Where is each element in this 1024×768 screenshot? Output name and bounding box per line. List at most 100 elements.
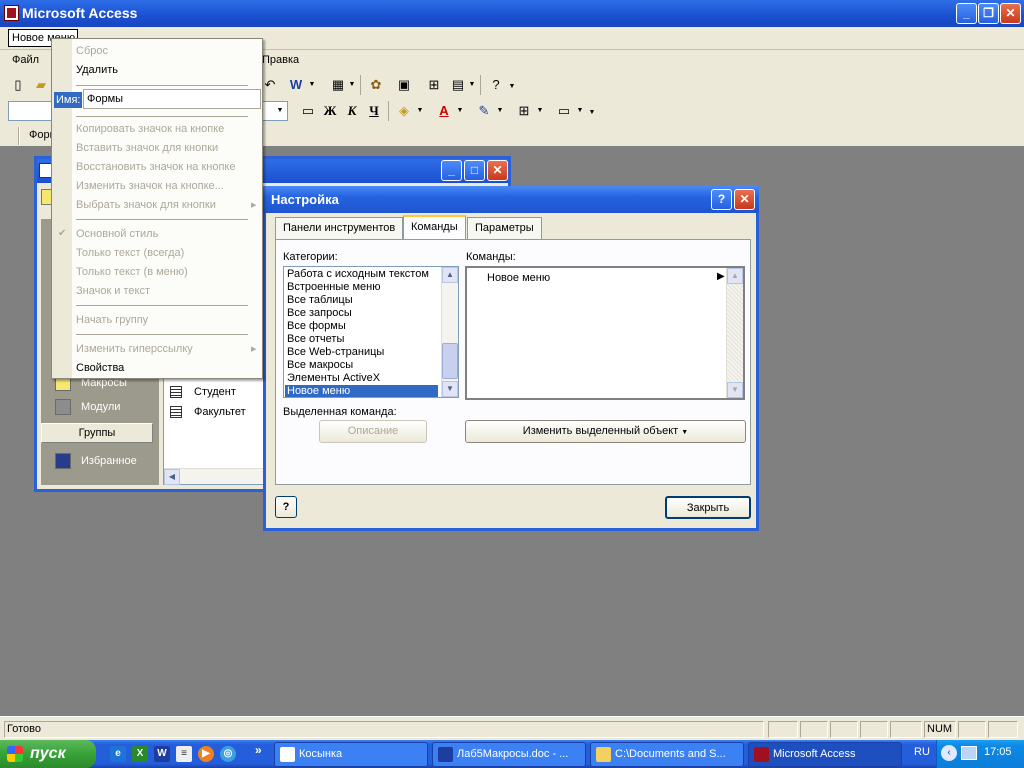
new-file-icon[interactable]: ▯ xyxy=(8,75,28,95)
category-item[interactable]: Элементы ActiveX xyxy=(287,372,380,385)
menu-item-text-only-always[interactable]: Только текст (всегда) xyxy=(76,247,184,259)
browser-icon[interactable]: ◎ xyxy=(220,746,236,762)
border-icon[interactable]: ⊞ xyxy=(514,101,534,121)
close-button[interactable]: Закрыть xyxy=(665,496,751,519)
tab-options[interactable]: Параметры xyxy=(467,217,542,239)
notepad-icon[interactable]: ≡ xyxy=(176,746,192,762)
tab-commands[interactable]: Команды xyxy=(403,215,466,240)
clock[interactable]: 17:05 xyxy=(984,746,1012,758)
word-link-dropdown-icon[interactable]: ▼ xyxy=(308,75,316,95)
border-dropdown-icon[interactable]: ▼ xyxy=(536,101,544,121)
language-indicator[interactable]: RU xyxy=(914,746,930,758)
help-icon[interactable]: ? xyxy=(275,496,297,518)
list-item[interactable]: Студент xyxy=(170,386,236,399)
tab-toolbars[interactable]: Панели инструментов xyxy=(275,217,404,239)
category-item[interactable]: Все Web-страницы xyxy=(287,346,384,359)
db-list-hscroll[interactable]: ◀ xyxy=(164,468,266,485)
scroll-up-icon[interactable]: ▲ xyxy=(727,268,743,284)
name-input[interactable]: Формы xyxy=(83,89,261,109)
command-item[interactable]: Новое меню xyxy=(487,272,550,285)
relationships-icon[interactable]: ⊞ xyxy=(424,75,444,95)
quicklaunch-more-icon[interactable]: » xyxy=(255,743,262,757)
analyze-icon[interactable]: ▦ xyxy=(328,75,348,95)
new-object-dropdown-icon[interactable]: ▼ xyxy=(468,75,476,95)
ie-icon[interactable]: e xyxy=(110,746,126,762)
category-item[interactable]: Все формы xyxy=(287,320,346,333)
nav-favorites[interactable]: Избранное xyxy=(55,453,137,469)
scroll-up-icon[interactable]: ▲ xyxy=(442,267,458,283)
category-item-selected[interactable]: Новое меню xyxy=(285,385,438,397)
scroll-down-icon[interactable]: ▼ xyxy=(442,381,458,397)
db-maximize-button[interactable]: □ xyxy=(464,160,485,181)
commands-scrollbar[interactable]: ▲ ▼ xyxy=(726,268,743,398)
list-item[interactable]: Факультет xyxy=(170,406,246,419)
open-folder-icon[interactable]: ▰ xyxy=(31,75,51,95)
help-icon[interactable]: ? xyxy=(486,75,506,95)
network-icon[interactable] xyxy=(961,746,977,760)
media-player-icon[interactable]: ▶ xyxy=(198,746,214,762)
line-color-dropdown-icon[interactable]: ▼ xyxy=(496,101,504,121)
menu-file[interactable]: Файл xyxy=(12,54,39,66)
menu-item-choose-icon[interactable]: Выбрать значок для кнопки xyxy=(76,199,216,211)
font-dropdown-icon[interactable]: ▼ xyxy=(276,101,284,121)
task-explorer[interactable]: C:\Documents and S... xyxy=(590,742,744,767)
italic-icon[interactable]: К xyxy=(342,101,362,121)
description-button[interactable]: Описание xyxy=(319,420,427,443)
menu-item-delete[interactable]: Удалить xyxy=(76,64,118,76)
menu-edit[interactable]: Правка xyxy=(262,54,299,66)
new-object-icon[interactable]: ▤ xyxy=(448,75,468,95)
fill-color-dropdown-icon[interactable]: ▼ xyxy=(416,101,424,121)
fill-color-icon[interactable]: ◈ xyxy=(394,101,414,121)
task-word-document[interactable]: Лаб5Макросы.doc - ... xyxy=(432,742,586,767)
dialog-help-button[interactable]: ? xyxy=(711,189,732,210)
db-minimize-button[interactable]: _ xyxy=(441,160,462,181)
analyze-dropdown-icon[interactable]: ▼ xyxy=(348,75,356,95)
tray-expand-icon[interactable]: ‹ xyxy=(941,745,957,761)
bold-icon[interactable]: Ж xyxy=(320,101,340,121)
category-item[interactable]: Все отчеты xyxy=(287,333,344,346)
menu-item-default-style[interactable]: Основной стиль xyxy=(76,228,158,240)
line-width-icon[interactable]: ▭ xyxy=(554,101,574,121)
undo-icon[interactable]: ↶ xyxy=(260,75,280,95)
menu-item-paste-icon[interactable]: Вставить значок для кнопки xyxy=(76,142,218,154)
start-button[interactable]: пуск xyxy=(0,740,96,768)
font-color-icon[interactable]: A xyxy=(434,101,454,121)
db-close-button[interactable]: ✕ xyxy=(487,160,508,181)
category-item[interactable]: Все макросы xyxy=(287,359,353,372)
nav-modules[interactable]: Модули xyxy=(55,399,120,415)
line-width-dropdown-icon[interactable]: ▼ xyxy=(576,101,584,121)
word-icon[interactable]: W xyxy=(154,746,170,762)
minimize-button[interactable]: _ xyxy=(956,3,977,24)
menu-item-icon-and-text[interactable]: Значок и текст xyxy=(76,285,150,297)
commands-list[interactable]: Новое меню ▶ ▲ ▼ xyxy=(465,266,745,400)
excel-icon[interactable]: X xyxy=(132,746,148,762)
toolbar-options-icon[interactable]: ▼ xyxy=(508,77,516,97)
modify-selection-button[interactable]: Изменить выделенный объект ▼ xyxy=(465,420,746,443)
scroll-left-icon[interactable]: ◀ xyxy=(164,469,180,485)
task-solitaire[interactable]: Косынка xyxy=(274,742,428,767)
menu-item-properties[interactable]: Свойства xyxy=(76,362,124,374)
categories-list[interactable]: Работа с исходным текстом Встроенные мен… xyxy=(283,266,459,398)
line-spacing-icon[interactable]: ▭ xyxy=(298,101,318,121)
menu-item-reset[interactable]: Сброс xyxy=(76,45,108,57)
task-access[interactable]: Microsoft Access xyxy=(748,742,902,767)
properties-icon[interactable]: ▣ xyxy=(394,75,414,95)
category-item[interactable]: Все запросы xyxy=(287,307,352,320)
menu-item-restore-icon[interactable]: Восстановить значок на кнопке xyxy=(76,161,235,173)
format-toolbar-options-icon[interactable]: ▼ xyxy=(588,103,596,123)
categories-scroll-thumb[interactable] xyxy=(442,343,458,379)
menu-item-edit-icon[interactable]: Изменить значок на кнопке... xyxy=(76,180,224,192)
menu-item-begin-group[interactable]: Начать группу xyxy=(76,314,148,326)
font-color-dropdown-icon[interactable]: ▼ xyxy=(456,101,464,121)
menu-item-copy-icon[interactable]: Копировать значок на кнопке xyxy=(76,123,224,135)
access-app-icon[interactable] xyxy=(4,5,19,21)
category-item[interactable]: Все таблицы xyxy=(287,294,353,307)
code-icon[interactable]: ✿ xyxy=(366,75,386,95)
underline-icon[interactable]: Ч xyxy=(364,101,384,121)
category-item[interactable]: Встроенные меню xyxy=(287,281,380,294)
word-link-icon[interactable]: W xyxy=(286,75,306,95)
restore-button[interactable]: ❐ xyxy=(978,3,999,24)
scroll-down-icon[interactable]: ▼ xyxy=(727,382,743,398)
line-color-icon[interactable]: ✎ xyxy=(474,101,494,121)
dialog-close-button[interactable]: ✕ xyxy=(734,189,755,210)
